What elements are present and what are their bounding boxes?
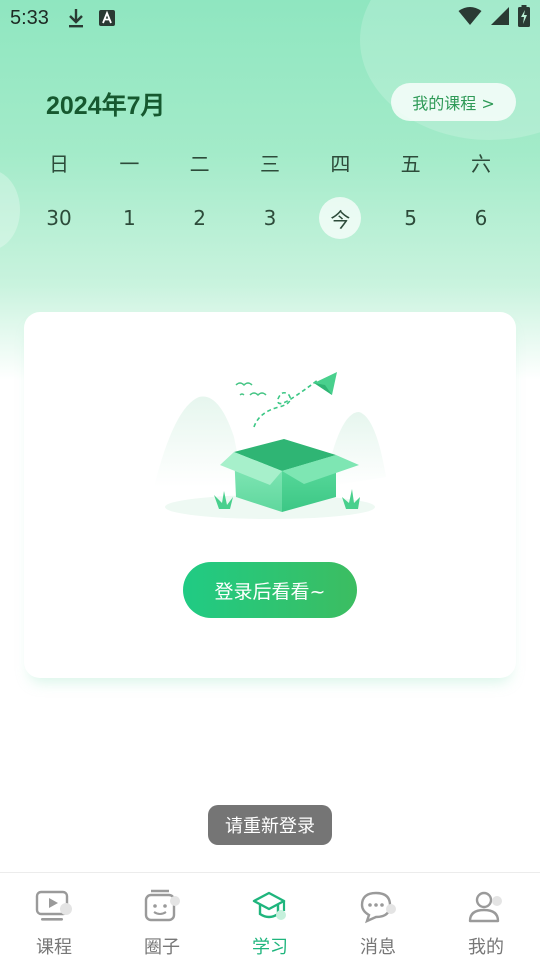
- nav-label: 学习: [252, 937, 288, 958]
- decor-bubble: [0, 170, 20, 250]
- empty-box-illustration: [154, 372, 386, 519]
- my-courses-button[interactable]: 我的课程 >: [391, 83, 516, 121]
- nav-item-study[interactable]: 学习: [216, 873, 324, 960]
- status-time: 5:33: [10, 6, 49, 29]
- date-cell[interactable]: 30: [24, 196, 94, 240]
- weekday-label: 六: [470, 151, 491, 176]
- nav-item-messages[interactable]: 消息: [324, 873, 432, 960]
- date-number: 2: [193, 206, 207, 230]
- bottom-navigation: 课程 圈子 学习 消息 我的: [0, 872, 540, 960]
- nav-item-me[interactable]: 我的: [432, 873, 540, 960]
- empty-state-card: 登录后看看~: [24, 312, 516, 678]
- circle-face-icon: [142, 887, 182, 927]
- nav-label: 我的: [468, 937, 504, 958]
- a-notification-icon: [98, 10, 115, 26]
- date-number: 6: [474, 206, 488, 230]
- weekday-label: 四: [330, 151, 351, 176]
- chat-bubble-icon: [358, 887, 398, 927]
- status-bar: 5:33: [0, 0, 540, 36]
- month-title: 2024年7月: [46, 92, 166, 120]
- date-cell[interactable]: 5: [376, 196, 446, 240]
- date-number: 3: [263, 206, 277, 230]
- battery-charging-icon: [518, 4, 530, 32]
- date-cell[interactable]: 6: [446, 196, 516, 240]
- login-button[interactable]: 登录后看看~: [183, 562, 357, 618]
- date-cell[interactable]: 3: [235, 196, 305, 240]
- date-number: 30: [46, 206, 72, 230]
- weekday-label: 三: [259, 151, 280, 176]
- weekday-label: 日: [49, 151, 69, 176]
- date-row: 30 1 2 3 今 5 6: [24, 196, 516, 240]
- date-number: 1: [122, 206, 136, 230]
- weekday-label: 二: [189, 151, 210, 176]
- nav-item-courses[interactable]: 课程: [0, 873, 108, 960]
- toast-message: 请重新登录: [208, 805, 332, 845]
- cell-signal-icon: [490, 6, 510, 31]
- user-icon: [466, 887, 506, 927]
- nav-label: 圈子: [144, 937, 180, 958]
- nav-item-circle[interactable]: 圈子: [108, 873, 216, 960]
- date-cell[interactable]: 2: [165, 196, 235, 240]
- weekday-label: 一: [119, 151, 140, 176]
- today-marker: 今: [319, 197, 362, 239]
- nav-label: 课程: [36, 937, 72, 958]
- graduation-cap-icon: [250, 887, 290, 927]
- date-cell-today[interactable]: 今: [305, 196, 375, 240]
- video-course-icon: [34, 887, 74, 927]
- weekday-label: 五: [400, 151, 421, 176]
- date-number: 5: [404, 206, 417, 230]
- download-icon: [67, 8, 85, 28]
- nav-label: 消息: [360, 937, 396, 958]
- weekday-row: 日 一 二 三 四 五 六: [24, 140, 516, 184]
- date-cell[interactable]: 1: [94, 196, 164, 240]
- wifi-icon: [458, 6, 482, 31]
